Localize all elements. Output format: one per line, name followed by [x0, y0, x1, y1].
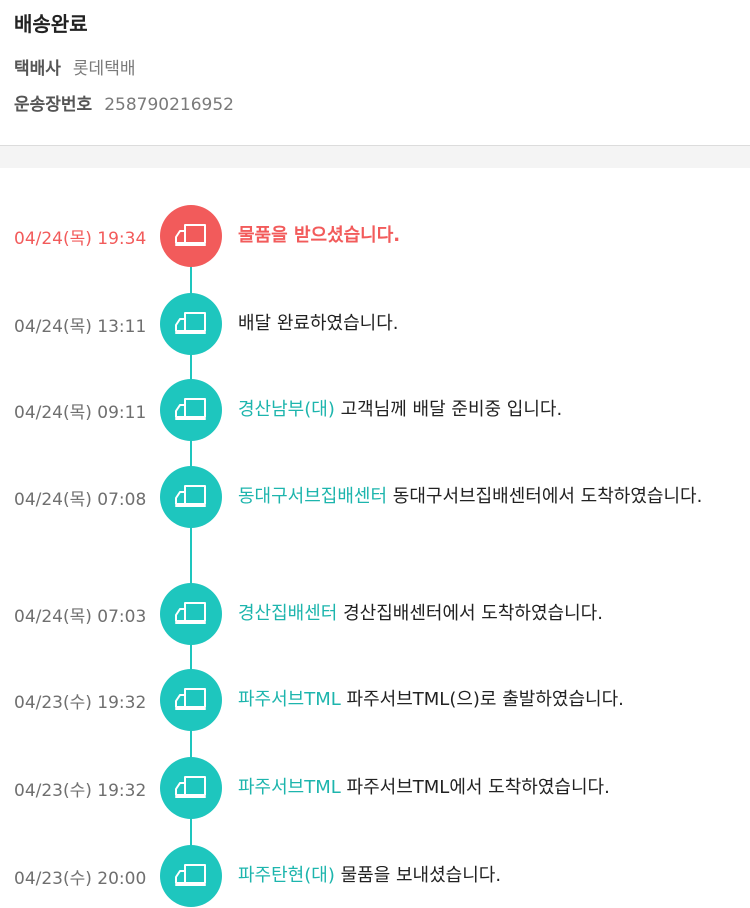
delivery-status-title: 배송완료: [14, 12, 88, 36]
courier-label: 택배사: [14, 59, 61, 79]
event-location: 파주탄현(대): [238, 865, 335, 886]
event-time: 04/24(목) 07:03: [14, 607, 147, 627]
event-message: 물품을 받으셨습니다.: [238, 225, 401, 246]
event-location: 파주서브TML: [238, 689, 341, 710]
event-description: 경산집배센터 경산집배센터에서 도착하였습니다.: [238, 600, 738, 627]
truck-icon: [160, 379, 222, 441]
event-time: 04/24(목) 13:11: [14, 317, 147, 337]
event-time: 04/23(수) 19:32: [14, 781, 147, 801]
truck-icon: [160, 845, 222, 907]
courier-value: 롯데택배: [72, 59, 136, 79]
event-message: 파주서브TML(으)로 출발하였습니다.: [346, 689, 624, 710]
tracking-number-value: 258790216952: [104, 95, 234, 115]
event-time: 04/24(목) 19:34: [14, 229, 147, 249]
event-time: 04/23(수) 20:00: [14, 869, 147, 889]
event-location: 경산집배센터: [238, 603, 338, 624]
event-description: 파주서브TML 파주서브TML(으)로 출발하였습니다.: [238, 686, 738, 713]
truck-icon: [160, 205, 222, 267]
courier-row: 택배사 롯데택배: [14, 54, 135, 79]
event-message: 고객님께 배달 준비중 입니다.: [340, 399, 563, 420]
delivery-summary: 배송완료 택배사 롯데택배 운송장번호 258790216952: [0, 0, 750, 146]
event-description: 동대구서브집배센터 동대구서브집배센터에서 도착하였습니다.: [238, 483, 738, 510]
truck-icon: [160, 466, 222, 528]
tracking-number-label: 운송장번호: [14, 95, 93, 115]
event-message: 경산집배센터에서 도착하였습니다.: [343, 603, 603, 624]
event-description: 물품을 받으셨습니다.: [238, 222, 738, 249]
truck-icon: [160, 669, 222, 731]
event-message: 동대구서브집배센터에서 도착하였습니다.: [392, 486, 703, 507]
event-description: 파주서브TML 파주서브TML에서 도착하였습니다.: [238, 774, 738, 801]
event-location: 동대구서브집배센터: [238, 486, 388, 507]
section-divider: [0, 146, 750, 168]
event-message: 물품을 보내셨습니다.: [340, 865, 502, 886]
event-time: 04/23(수) 19:32: [14, 693, 147, 713]
tracking-timeline: 04/24(목) 19:34 물품을 받으셨습니다. 04/24(목) 13:11 배…: [0, 168, 750, 908]
event-location: 파주서브TML: [238, 777, 341, 798]
event-location: 경산남부(대): [238, 399, 335, 420]
event-description: 배달 완료하였습니다.: [238, 310, 738, 337]
event-time: 04/24(목) 09:11: [14, 403, 147, 423]
event-time: 04/24(목) 07:08: [14, 490, 147, 510]
event-description: 경산남부(대) 고객님께 배달 준비중 입니다.: [238, 396, 738, 423]
truck-icon: [160, 293, 222, 355]
truck-icon: [160, 757, 222, 819]
truck-icon: [160, 583, 222, 645]
event-message: 배달 완료하였습니다.: [238, 313, 399, 334]
tracking-row: 운송장번호 258790216952: [14, 90, 234, 115]
event-message: 파주서브TML에서 도착하였습니다.: [346, 777, 610, 798]
event-description: 파주탄현(대) 물품을 보내셨습니다.: [238, 862, 738, 889]
